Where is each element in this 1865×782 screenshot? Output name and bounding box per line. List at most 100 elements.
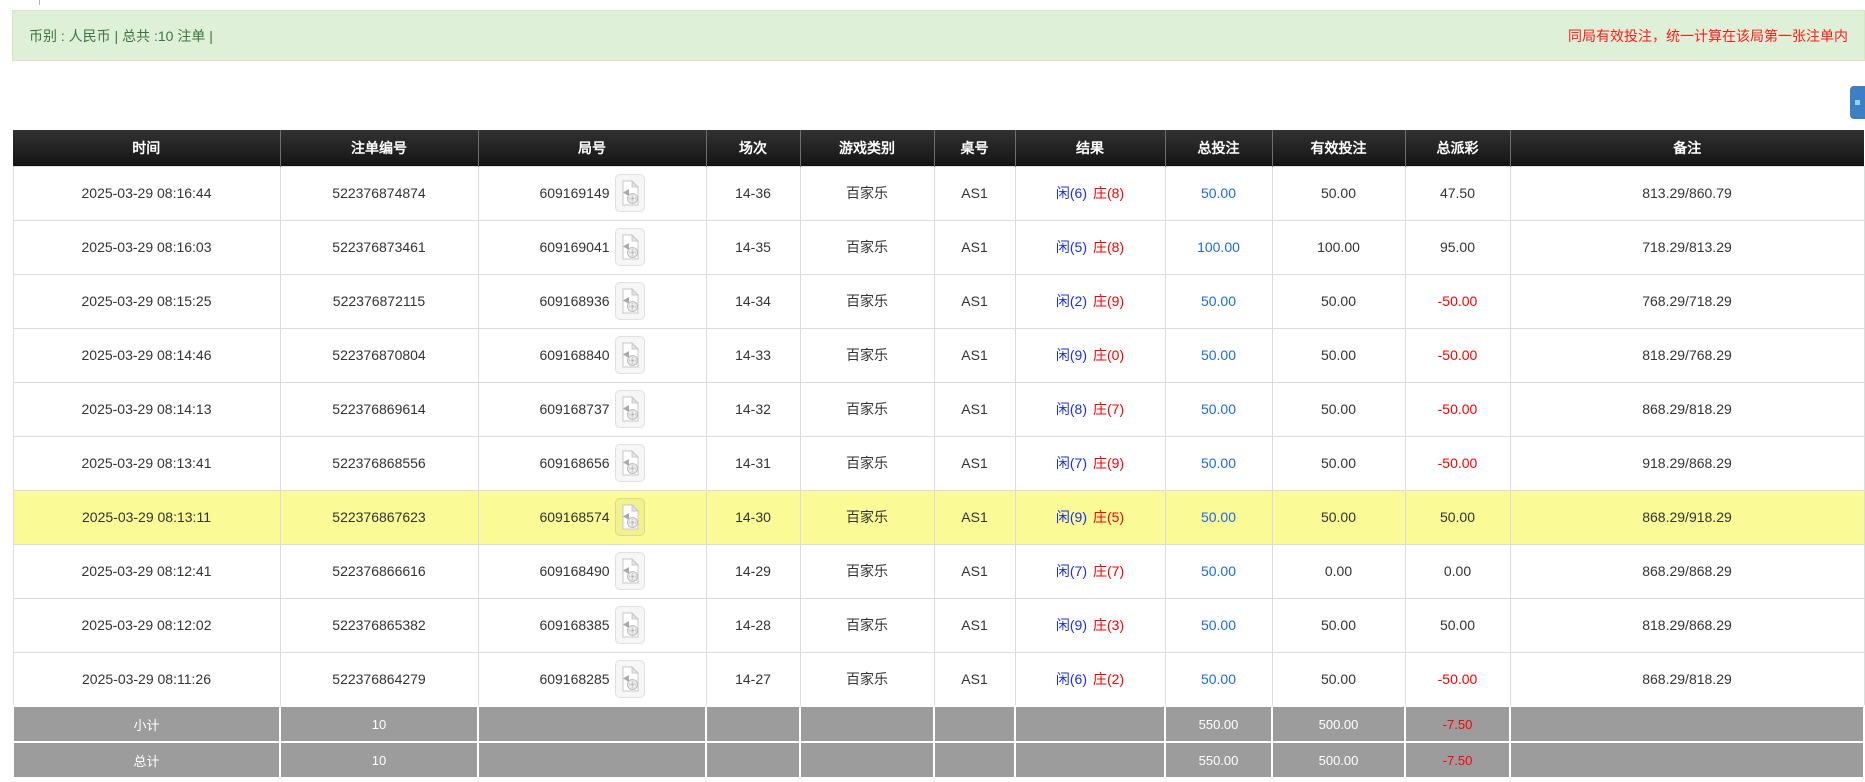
total-row-cell-9: -7.50: [1405, 742, 1510, 778]
result-player-value: 闲(6): [1056, 671, 1087, 687]
cell-valid-bet: 0.00: [1272, 544, 1405, 598]
cell-total-bet[interactable]: 50.00: [1165, 544, 1272, 598]
result-banker-value: 庄(2): [1093, 671, 1124, 687]
cell-result: 闲(9)庄(3): [1015, 598, 1165, 652]
total-row-cell-6: [1015, 742, 1165, 778]
video-replay-icon[interactable]: [615, 228, 645, 266]
cell-game-type: 百家乐: [800, 490, 934, 544]
table-row: 2025-03-29 08:14:46 522376870804 6091688…: [13, 328, 1864, 382]
cell-remark: 868.29/868.29: [1510, 544, 1864, 598]
result-banker-value: 庄(9): [1093, 293, 1124, 309]
video-replay-icon[interactable]: [615, 660, 645, 698]
cell-table-no: AS1: [934, 220, 1015, 274]
subtotal-row: 小计10550.00500.00-7.50: [13, 706, 1864, 742]
cell-total-bet[interactable]: 50.00: [1165, 652, 1272, 706]
cell-bet-id: 522376864279: [280, 652, 478, 706]
table-row: 2025-03-29 08:16:03 522376873461 6091690…: [13, 220, 1864, 274]
cell-bet-id: 522376867623: [280, 490, 478, 544]
video-replay-icon[interactable]: [615, 174, 645, 212]
cell-time: 2025-03-29 08:14:13: [13, 382, 280, 436]
video-replay-icon[interactable]: [615, 606, 645, 644]
cell-game-type: 百家乐: [800, 544, 934, 598]
cell-total-bet[interactable]: 50.00: [1165, 436, 1272, 490]
cell-table-no: AS1: [934, 274, 1015, 328]
cell-session: 14-35: [706, 220, 800, 274]
cell-session: 14-27: [706, 652, 800, 706]
cell-total-bet[interactable]: 50.00: [1165, 166, 1272, 220]
total-row-cell-10: [1510, 742, 1864, 778]
cell-round: 609169149: [478, 166, 706, 220]
cell-valid-bet: 50.00: [1272, 328, 1405, 382]
cell-result: 闲(6) 庄(2): [1015, 652, 1165, 706]
cell-remark: 868.29/918.29: [1510, 490, 1864, 544]
cell-session: 14-34: [706, 274, 800, 328]
video-replay-icon[interactable]: [615, 498, 645, 536]
table-body: 2025-03-29 08:16:44 522376874874 6091691…: [13, 166, 1864, 706]
cell-payout: 47.50: [1405, 166, 1510, 220]
result-player-value: 闲(9): [1056, 617, 1087, 633]
cell-remark: 813.29/860.79: [1510, 166, 1864, 220]
round-number: 609169041: [539, 239, 609, 255]
cell-time: 2025-03-29 08:12:41: [13, 544, 280, 598]
subtotal-row-cell-8: 500.00: [1272, 706, 1405, 742]
cell-game-type: 百家乐: [800, 220, 934, 274]
cell-total-bet[interactable]: 50.00: [1165, 274, 1272, 328]
cell-valid-bet: 50.00: [1272, 490, 1405, 544]
cell-game-type: 百家乐: [800, 652, 934, 706]
cell-bet-id: 522376870804: [280, 328, 478, 382]
cell-result: 闲(9) 庄(0): [1015, 328, 1165, 382]
table-row: 2025-03-29 08:15:25 522376872115 6091689…: [13, 274, 1864, 328]
cell-bet-id: 522376866616: [280, 544, 478, 598]
cell-round: 609168490: [478, 544, 706, 598]
video-replay-icon[interactable]: [615, 390, 645, 428]
cell-valid-bet: 50.00: [1272, 166, 1405, 220]
table-row: 2025-03-29 08:12:02 522376865382 6091683…: [13, 598, 1864, 652]
col-header-payout: 总派彩: [1405, 130, 1510, 166]
cell-table-no: AS1: [934, 490, 1015, 544]
result-player-value: 闲(9): [1056, 347, 1087, 363]
col-header-result: 结果: [1015, 130, 1165, 166]
col-header-time: 时间: [13, 130, 280, 166]
cell-total-bet[interactable]: 50.00: [1165, 328, 1272, 382]
cell-session: 14-30: [706, 490, 800, 544]
cell-round: 609168385: [478, 598, 706, 652]
result-banker-value: 庄(0): [1093, 347, 1124, 363]
total-row-cell-7: 550.00: [1165, 742, 1272, 778]
cell-valid-bet: 50.00: [1272, 436, 1405, 490]
cell-result: 闲(7)庄(7): [1015, 544, 1165, 598]
cell-total-bet[interactable]: 100.00: [1165, 220, 1272, 274]
col-header-bet-id: 注单编号: [280, 130, 478, 166]
total-row-cell-2: [478, 742, 706, 778]
table-row: 2025-03-29 08:13:41 522376868556 6091686…: [13, 436, 1864, 490]
blue-action-button-partial[interactable]: [1850, 86, 1865, 119]
cell-time: 2025-03-29 08:13:41: [13, 436, 280, 490]
cell-payout: -50.00: [1405, 652, 1510, 706]
cell-total-bet[interactable]: 50.00: [1165, 490, 1272, 544]
cell-game-type: 百家乐: [800, 166, 934, 220]
cell-session: 14-32: [706, 382, 800, 436]
subtotal-row-cell-4: [800, 706, 934, 742]
total-row-cell-8: 500.00: [1272, 742, 1405, 778]
cell-table-no: AS1: [934, 436, 1015, 490]
round-number: 609168840: [539, 347, 609, 363]
cell-session: 14-28: [706, 598, 800, 652]
cell-table-no: AS1: [934, 544, 1015, 598]
video-replay-icon[interactable]: [615, 444, 645, 482]
cell-game-type: 百家乐: [800, 598, 934, 652]
result-banker-value: 庄(8): [1093, 239, 1124, 255]
cell-session: 14-33: [706, 328, 800, 382]
cell-remark: 868.29/818.29: [1510, 652, 1864, 706]
cell-bet-id: 522376865382: [280, 598, 478, 652]
cell-payout: 50.00: [1405, 598, 1510, 652]
video-replay-icon[interactable]: [615, 552, 645, 590]
cell-result: 闲(9)庄(5): [1015, 490, 1165, 544]
cell-total-bet[interactable]: 50.00: [1165, 598, 1272, 652]
cell-total-bet[interactable]: 50.00: [1165, 382, 1272, 436]
cell-table-no: AS1: [934, 328, 1015, 382]
cell-bet-id: 522376868556: [280, 436, 478, 490]
cell-result: 闲(5)庄(8): [1015, 220, 1165, 274]
video-replay-icon[interactable]: [615, 282, 645, 320]
video-replay-icon[interactable]: [615, 336, 645, 374]
cell-time: 2025-03-29 08:12:02: [13, 598, 280, 652]
col-header-table-no: 桌号: [934, 130, 1015, 166]
